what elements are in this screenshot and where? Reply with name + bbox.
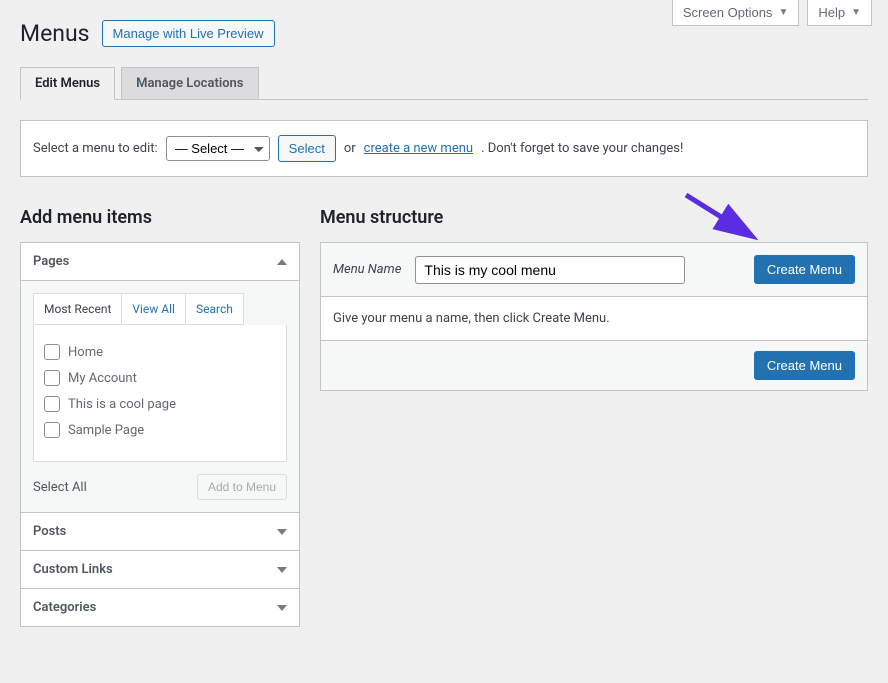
add-to-menu-button[interactable]: Add to Menu xyxy=(197,474,287,500)
menu-hint: Give your menu a name, then click Create… xyxy=(321,297,867,341)
subtab-view-all[interactable]: View All xyxy=(122,294,186,324)
metabox-categories-title: Categories xyxy=(33,600,96,615)
menu-name-input[interactable] xyxy=(415,256,685,284)
page-checkbox[interactable] xyxy=(44,396,60,412)
caret-down-icon xyxy=(277,605,287,611)
or-text: or xyxy=(344,141,356,156)
page-checkbox[interactable] xyxy=(44,370,60,386)
metabox-categories-toggle[interactable]: Categories xyxy=(21,589,299,626)
tab-manage-locations[interactable]: Manage Locations xyxy=(121,67,258,100)
caret-down-icon xyxy=(277,529,287,535)
list-item-label: Home xyxy=(68,345,103,360)
create-new-menu-link[interactable]: create a new menu xyxy=(364,141,473,156)
list-item-label: Sample Page xyxy=(68,423,144,438)
nav-tabs: Edit Menus Manage Locations xyxy=(20,67,868,100)
list-item[interactable]: This is a cool page xyxy=(44,391,276,417)
pages-subtabs: Most Recent View All Search xyxy=(33,293,244,325)
caret-up-icon xyxy=(277,259,287,265)
tab-edit-menus[interactable]: Edit Menus xyxy=(20,67,115,100)
page-checkbox[interactable] xyxy=(44,422,60,438)
metabox-pages-title: Pages xyxy=(33,254,69,269)
list-item[interactable]: Sample Page xyxy=(44,417,276,443)
add-items-title: Add menu items xyxy=(20,207,300,228)
page-checkbox[interactable] xyxy=(44,344,60,360)
list-item[interactable]: Home xyxy=(44,339,276,365)
metabox-custom-links-title: Custom Links xyxy=(33,562,113,577)
metabox-custom-links-toggle[interactable]: Custom Links xyxy=(21,551,299,588)
select-all-link[interactable]: Select All xyxy=(33,480,87,495)
create-menu-button-top[interactable]: Create Menu xyxy=(754,255,855,284)
subtab-search[interactable]: Search xyxy=(186,294,243,324)
caret-down-icon xyxy=(277,567,287,573)
list-item[interactable]: My Account xyxy=(44,365,276,391)
select-suffix: . Don't forget to save your changes! xyxy=(481,141,683,156)
list-item-label: This is a cool page xyxy=(68,397,176,412)
page-title: Menus xyxy=(20,20,90,47)
pages-list: Home My Account This is a cool page Samp… xyxy=(33,325,287,462)
menu-structure-title: Menu structure xyxy=(320,207,868,228)
select-menu-bar: Select a menu to edit: — Select — Select… xyxy=(20,120,868,177)
metabox-posts-title: Posts xyxy=(33,524,66,539)
menu-structure-panel: Menu Name Create Menu Give your menu a n… xyxy=(320,242,868,391)
menu-select[interactable]: — Select — xyxy=(166,136,270,161)
subtab-most-recent[interactable]: Most Recent xyxy=(34,294,122,324)
select-menu-label: Select a menu to edit: xyxy=(33,141,158,156)
metabox-pages-toggle[interactable]: Pages xyxy=(21,243,299,281)
select-button[interactable]: Select xyxy=(278,135,336,162)
menu-name-label: Menu Name xyxy=(333,262,401,277)
live-preview-button[interactable]: Manage with Live Preview xyxy=(102,20,275,47)
metabox-posts-toggle[interactable]: Posts xyxy=(21,513,299,550)
create-menu-button-bottom[interactable]: Create Menu xyxy=(754,351,855,380)
list-item-label: My Account xyxy=(68,371,137,386)
